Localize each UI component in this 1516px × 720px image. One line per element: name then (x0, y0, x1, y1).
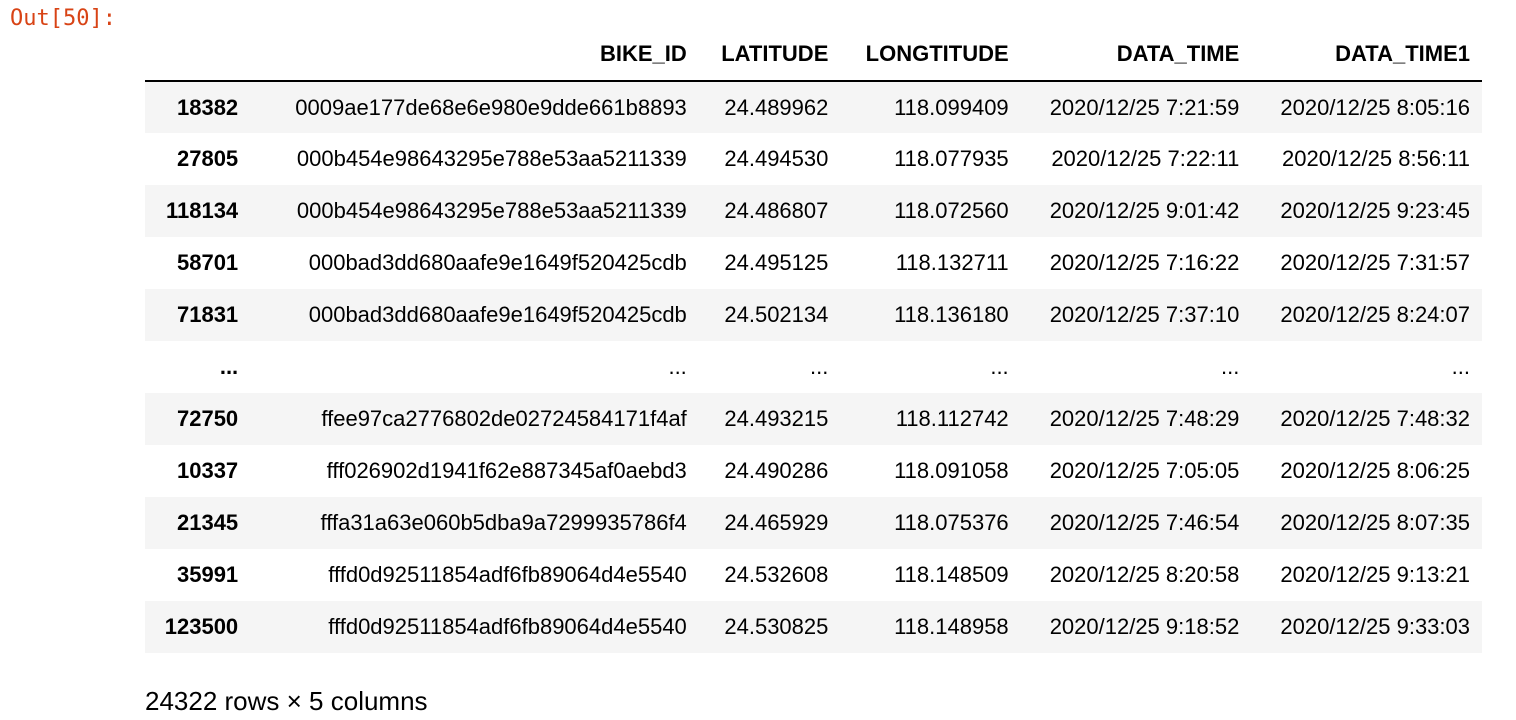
row-index: 58701 (176, 250, 239, 275)
cell-bike-id: ffee97ca2776802de02724584171f4af (321, 406, 687, 431)
dataframe-shape-caption: 24322 rows × 5 columns (145, 686, 428, 716)
cell-bike-id: 000bad3dd680aafe9e1649f520425cdb (308, 250, 687, 275)
cell-data-time: 2020/12/25 7:05:05 (1049, 458, 1240, 483)
cell-data-time1: 2020/12/25 9:23:45 (1280, 198, 1470, 223)
column-header-data-time: DATA_TIME (1020, 28, 1252, 82)
cell-longtitude: 118.132711 (895, 250, 1009, 275)
cell-latitude: 24.502134 (724, 302, 829, 327)
cell-bike-id: fffd0d92511854adf6fb89064d4e5540 (328, 562, 687, 587)
row-index: 123500 (164, 614, 239, 639)
cell-longtitude: 118.075376 (894, 510, 1009, 535)
cell-data-time1: 2020/12/25 7:48:32 (1280, 406, 1470, 431)
cell-longtitude: 118.112742 (895, 406, 1009, 431)
cell-data-time: 2020/12/25 7:46:54 (1049, 510, 1240, 535)
cell-bike-id: fff026902d1941f62e887345af0aebd3 (326, 458, 687, 483)
cell-latitude: 24.490286 (724, 458, 829, 483)
cell-bike-id: 0009ae177de68e6e980e9dde661b8893 (295, 94, 687, 120)
cell-data-time: 2020/12/25 9:18:52 (1049, 614, 1240, 639)
cell-latitude: 24.465929 (724, 510, 829, 535)
column-header-longtitude: LONGTITUDE (840, 28, 1021, 82)
cell-data-time1: 2020/12/25 8:24:07 (1280, 302, 1470, 327)
cell-data-time1: 2020/12/25 8:06:25 (1280, 458, 1470, 483)
cell-data-time1: ... (1451, 354, 1470, 379)
table-row: 123500 fffd0d92511854adf6fb89064d4e5540 24… (145, 601, 1482, 653)
cell-data-time: 2020/12/25 7:37:10 (1049, 302, 1240, 327)
column-header-data-time1: DATA_TIME1 (1251, 28, 1482, 82)
row-index: 71831 (176, 302, 239, 327)
cell-data-time1: 2020/12/25 8:07:35 (1280, 510, 1470, 535)
cell-data-time: 2020/12/25 7:16:22 (1049, 250, 1240, 275)
table-row: 21345 fffa31a63e060b5dba9a7299935786f4 24.… (145, 497, 1482, 549)
cell-bike-id: fffd0d92511854adf6fb89064d4e5540 (328, 614, 687, 639)
cell-data-time: ... (1220, 354, 1240, 379)
cell-data-time: 2020/12/25 7:48:29 (1049, 406, 1240, 431)
table-row: 58701 000bad3dd680aafe9e1649f520425cdb 24.… (145, 237, 1482, 289)
table-row: .................. (145, 341, 1482, 393)
cell-latitude: 24.489962 (724, 94, 829, 120)
cell-longtitude: 118.148509 (894, 562, 1009, 587)
table-row: 71831 000bad3dd680aafe9e1649f520425cdb 24.… (145, 289, 1482, 341)
table-row: 27805 000b454e98643295e788e53aa5211339 24.… (145, 133, 1482, 185)
index-header (145, 28, 251, 82)
cell-data-time1: 2020/12/25 7:31:57 (1280, 250, 1470, 275)
cell-data-time1: 2020/12/25 8:05:16 (1280, 94, 1470, 120)
cell-longtitude: 118.072560 (894, 198, 1009, 223)
table-body: 18382 0009ae177de68e6e980e9dde661b8893 24.… (145, 81, 1482, 653)
cell-latitude: 24.495125 (724, 250, 829, 275)
cell-bike-id: 000bad3dd680aafe9e1649f520425cdb (308, 302, 687, 327)
column-header-bike-id: BIKE_ID (250, 28, 699, 82)
row-index: 72750 (176, 406, 239, 431)
row-index: 27805 (176, 146, 239, 171)
table-row: 35991 fffd0d92511854adf6fb89064d4e5540 24.… (145, 549, 1482, 601)
header-row: BIKE_ID LATITUDE LONGTITUDE DATA_TIME DA… (145, 28, 1482, 82)
cell-latitude: 24.493215 (724, 406, 829, 431)
cell-bike-id: 000b454e98643295e788e53aa5211339 (296, 198, 687, 223)
cell-longtitude: 118.099409 (894, 94, 1009, 120)
cell-bike-id: fffa31a63e060b5dba9a7299935786f4 (320, 510, 687, 535)
cell-longtitude: 118.077935 (894, 146, 1009, 171)
table-row: 72750 ffee97ca2776802de02724584171f4af 24.… (145, 393, 1482, 445)
cell-data-time: 2020/12/25 8:20:58 (1049, 562, 1240, 587)
row-index: 18382 (176, 94, 239, 120)
cell-latitude: ... (810, 354, 829, 379)
output-prompt: Out[50]: (10, 6, 116, 31)
table-row: 18382 0009ae177de68e6e980e9dde661b8893 24.… (145, 81, 1482, 133)
cell-bike-id: 000b454e98643295e788e53aa5211339 (296, 146, 687, 171)
cell-bike-id: ... (668, 354, 687, 379)
row-index: 35991 (176, 562, 239, 587)
row-index: 10337 (176, 458, 239, 483)
table-row: 10337 fff026902d1941f62e887345af0aebd3 24.… (145, 445, 1482, 497)
dataframe-table: BIKE_ID LATITUDE LONGTITUDE DATA_TIME DA… (145, 28, 1482, 653)
cell-latitude: 24.530825 (724, 614, 829, 639)
cell-latitude: 24.494530 (724, 146, 829, 171)
cell-longtitude: 118.136180 (894, 302, 1009, 327)
cell-latitude: 24.532608 (724, 562, 829, 587)
cell-longtitude: 118.091058 (894, 458, 1009, 483)
cell-data-time: 2020/12/25 7:21:59 (1049, 94, 1240, 120)
cell-data-time1: 2020/12/25 8:56:11 (1282, 146, 1470, 171)
cell-data-time1: 2020/12/25 9:33:03 (1280, 614, 1470, 639)
cell-data-time1: 2020/12/25 9:13:21 (1280, 562, 1470, 587)
cell-data-time: 2020/12/25 7:22:11 (1051, 146, 1240, 171)
cell-data-time: 2020/12/25 9:01:42 (1049, 198, 1240, 223)
dataframe-output: BIKE_ID LATITUDE LONGTITUDE DATA_TIME DA… (145, 28, 1482, 653)
table-row: 118134 000b454e98643295e788e53aa5211339 24… (145, 185, 1482, 237)
column-header-latitude: LATITUDE (698, 28, 841, 82)
cell-longtitude: 118.148958 (894, 614, 1009, 639)
row-index: 118134 (165, 198, 239, 223)
row-index: 21345 (176, 510, 239, 535)
row-index: ... (219, 354, 239, 379)
cell-longtitude: ... (990, 354, 1009, 379)
cell-latitude: 24.486807 (724, 198, 829, 223)
